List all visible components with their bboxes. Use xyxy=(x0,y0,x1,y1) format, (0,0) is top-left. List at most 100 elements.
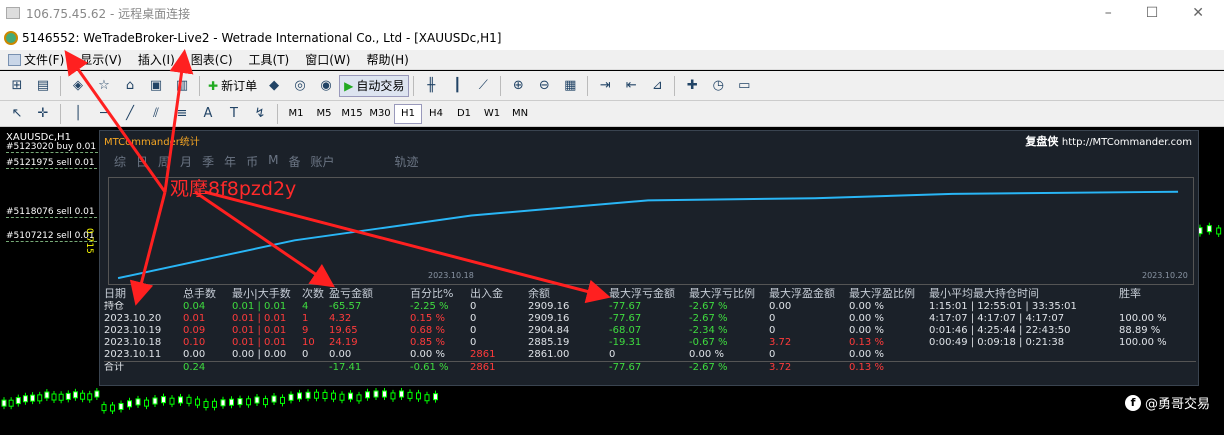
chart-shift-icon[interactable]: ⇥ xyxy=(594,75,616,97)
autoscroll-icon[interactable]: ⇤ xyxy=(620,75,642,97)
tester-icon[interactable]: ▥ xyxy=(171,75,193,97)
panel-tab[interactable]: 年 xyxy=(224,153,236,170)
timeframe-w1[interactable]: W1 xyxy=(478,104,506,124)
data-window-icon[interactable]: ☆ xyxy=(93,75,115,97)
timeframe-d1[interactable]: D1 xyxy=(450,104,478,124)
zoom-out-icon[interactable]: ⊖ xyxy=(533,75,555,97)
indicators-icon[interactable]: ✚ xyxy=(681,75,703,97)
bar-chart-icon[interactable]: ╫ xyxy=(420,75,442,97)
candle-body xyxy=(87,393,93,401)
minimize-button[interactable]: – xyxy=(1105,5,1112,21)
vertical-line-icon[interactable]: │ xyxy=(67,103,89,125)
channel-icon[interactable]: ⫽ xyxy=(145,103,167,125)
navigator-icon[interactable]: ⌂ xyxy=(119,75,141,97)
grid-icon[interactable]: ⊿ xyxy=(646,75,668,97)
crosshair-icon[interactable]: ✛ xyxy=(32,103,54,125)
menu-insert[interactable]: 插入(I) xyxy=(130,51,183,68)
table-cell: 2909.16 xyxy=(528,313,570,324)
panel-tab[interactable]: 综 xyxy=(114,153,126,170)
right-candles xyxy=(1197,222,1222,237)
trendline-icon[interactable]: ╱ xyxy=(119,103,141,125)
new-order-button[interactable]: ✚ 新订单 xyxy=(204,75,261,97)
table-cell: -2.67 % xyxy=(689,301,728,312)
table-cell: 余额 xyxy=(528,288,550,300)
arrows-icon[interactable]: ↯ xyxy=(249,103,271,125)
candlestick-icon[interactable]: ┃ xyxy=(446,75,468,97)
panel-tab[interactable]: 备 xyxy=(288,153,300,170)
table-cell xyxy=(302,362,329,373)
menu-charts[interactable]: 图表(C) xyxy=(183,51,241,68)
candle-body xyxy=(220,399,226,407)
table-cell: 出入金 xyxy=(470,288,503,300)
order-line-label[interactable]: #5121975 sell 0.01 xyxy=(6,158,97,169)
table-cell: 24.19 xyxy=(329,337,358,348)
candle-body xyxy=(288,393,294,401)
horizontal-line-icon[interactable]: ─ xyxy=(93,103,115,125)
table-row: 2023.10.18 0.10 0.01 | 0.01 10 24.19 0.85 % 0 2… xyxy=(104,337,1196,349)
timeframe-m1[interactable]: M1 xyxy=(282,104,310,124)
auto-trading-button[interactable]: ▶ 自动交易 xyxy=(339,74,410,97)
terminal-icon[interactable]: ▣ xyxy=(145,75,167,97)
panel-tab[interactable]: 轨迹 xyxy=(395,153,419,170)
candle-body xyxy=(30,394,36,402)
cursor-icon[interactable]: ↖ xyxy=(6,103,28,125)
timeframe-m15[interactable]: M15 xyxy=(338,104,366,124)
signals-icon[interactable]: ◎ xyxy=(289,75,311,97)
panel-tab[interactable]: 季 xyxy=(202,153,214,170)
new-chart-icon[interactable]: ⊞ xyxy=(6,75,28,97)
table-cell: 最大浮亏比例 xyxy=(689,288,755,300)
panel-tab[interactable]: 账户 xyxy=(310,153,334,170)
panel-tab[interactable]: 周 xyxy=(158,153,170,170)
table-cell: -68.07 xyxy=(609,325,642,336)
table-cell: -19.31 xyxy=(609,337,642,348)
brand-url[interactable]: http://MTCommander.com xyxy=(1062,137,1192,148)
menu-window[interactable]: 窗口(W) xyxy=(297,51,358,68)
table-cell: 3.72 xyxy=(769,337,792,348)
panel-tab[interactable]: 币 xyxy=(246,153,258,170)
menu-help[interactable]: 帮助(H) xyxy=(358,51,416,68)
timeframe-m30[interactable]: M30 xyxy=(366,104,394,124)
market-watch-icon[interactable]: ◈ xyxy=(67,75,89,97)
equity-curve-line xyxy=(117,190,1179,280)
watermark-text: 观摩8f8pzd2y xyxy=(170,178,297,200)
close-button[interactable]: ✕ xyxy=(1192,5,1204,21)
timeframe-h4[interactable]: H4 xyxy=(422,104,450,124)
window-controls: – ☐ ✕ xyxy=(1105,5,1224,21)
menu-view[interactable]: 显示(V) xyxy=(72,51,130,68)
periods-icon[interactable]: ◷ xyxy=(707,75,729,97)
table-cell: 0.68 % xyxy=(410,325,445,336)
menu-tools[interactable]: 工具(T) xyxy=(241,51,298,68)
table-cell: 0:00:49 | 0:09:18 | 0:21:38 xyxy=(929,337,1065,348)
options-icon[interactable]: ◉ xyxy=(315,75,337,97)
panel-tab[interactable]: 日 xyxy=(136,153,148,170)
templates-icon[interactable]: ▭ xyxy=(733,75,755,97)
table-cell: 0.01 xyxy=(183,313,206,324)
order-line-label[interactable]: #5118076 sell 0.01 xyxy=(6,207,97,218)
panel-tab[interactable]: 月 xyxy=(180,153,192,170)
table-cell: 最小|大手数 xyxy=(232,288,291,300)
panel-tab[interactable]: M xyxy=(268,153,278,170)
candle-body xyxy=(80,392,86,400)
table-cell: 2885.19 xyxy=(528,337,570,348)
table-cell: 4.32 xyxy=(329,313,352,324)
label-icon[interactable]: T xyxy=(223,103,245,125)
text-icon[interactable]: A xyxy=(197,103,219,125)
fibonacci-icon[interactable]: ≡ xyxy=(171,103,193,125)
candle-body xyxy=(424,394,430,402)
order-line-label[interactable]: #5123020 buy 0.01 xyxy=(6,142,99,153)
timeframe-mn[interactable]: MN xyxy=(506,104,534,124)
metaeditor-icon[interactable]: ◆ xyxy=(263,75,285,97)
candle-body xyxy=(416,392,421,400)
table-cell: 0.01 | 0.01 xyxy=(232,301,287,312)
candle-body xyxy=(195,398,200,406)
timeframe-m5[interactable]: M5 xyxy=(310,104,338,124)
timeframe-h1[interactable]: H1 xyxy=(394,103,422,124)
table-cell: 0.00 % xyxy=(689,349,724,360)
line-chart-icon[interactable]: ⟋ xyxy=(472,75,494,97)
menu-file[interactable]: 文件(F) xyxy=(0,51,72,68)
maximize-button[interactable]: ☐ xyxy=(1146,5,1159,21)
table-cell xyxy=(528,362,609,373)
profiles-icon[interactable]: ▤ xyxy=(32,75,54,97)
zoom-in-icon[interactable]: ⊕ xyxy=(507,75,529,97)
tile-windows-icon[interactable]: ▦ xyxy=(559,75,581,97)
